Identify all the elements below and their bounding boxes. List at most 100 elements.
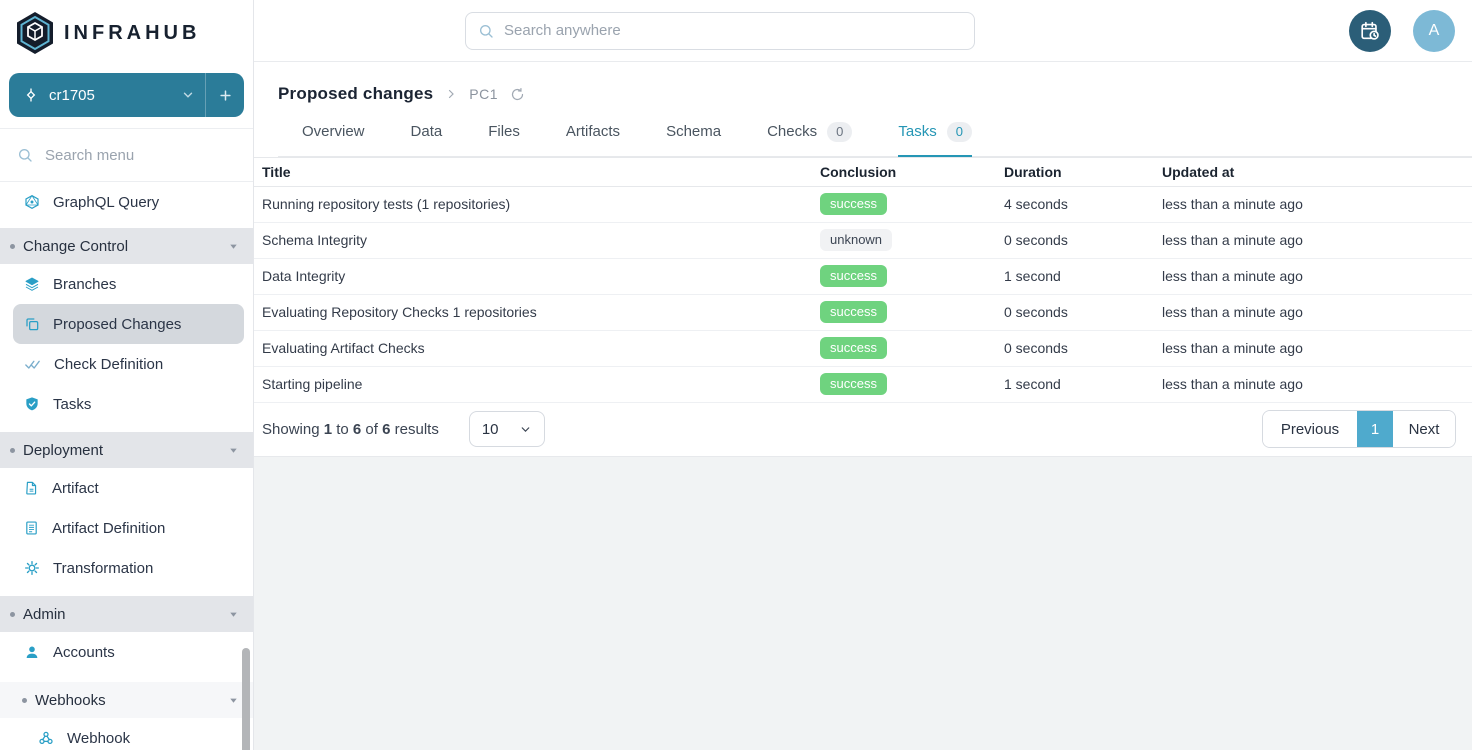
tasks-table: TitleConclusionDurationUpdated at Runnin… — [254, 157, 1472, 403]
main-area: A Proposed changes PC1 OverviewDataFiles… — [254, 0, 1472, 750]
task-title: Evaluating Repository Checks 1 repositor… — [254, 304, 812, 320]
sidebar-search-input[interactable] — [45, 147, 215, 164]
branch-selector[interactable]: cr1705 — [9, 73, 244, 117]
status-badge: success — [820, 337, 887, 359]
next-page-button[interactable]: Next — [1393, 411, 1455, 447]
sidebar-item-label: Proposed Changes — [53, 316, 181, 333]
tab-checks[interactable]: Checks0 — [767, 122, 852, 157]
sidebar-item-check-definition[interactable]: Check Definition — [0, 344, 253, 384]
sidebar-item-tasks[interactable]: Tasks — [0, 384, 253, 424]
pager: Previous 1 Next — [1262, 410, 1456, 448]
sidebar-group-webhooks[interactable]: Webhooks — [0, 682, 253, 718]
global-search-input[interactable] — [504, 22, 962, 39]
sidebar-item-artifact[interactable]: Artifact — [0, 468, 253, 508]
group-bullet-icon — [10, 612, 15, 617]
results-summary-text: Showing — [262, 421, 324, 438]
tab-label: Overview — [302, 123, 365, 140]
tab-schema[interactable]: Schema — [666, 122, 721, 157]
table-row[interactable]: Starting pipelinesuccess1 secondless tha… — [254, 367, 1472, 403]
sidebar-item-label: Branches — [53, 276, 116, 293]
task-conclusion: success — [812, 193, 996, 215]
previous-page-button[interactable]: Previous — [1263, 411, 1357, 447]
table-row[interactable]: Data Integritysuccess1 secondless than a… — [254, 259, 1472, 295]
results-summary-text: to — [332, 421, 353, 438]
sidebar-item-proposed-changes[interactable]: Proposed Changes — [13, 304, 244, 344]
chevron-expand-icon — [228, 445, 239, 456]
task-conclusion: unknown — [812, 229, 996, 251]
chevron-down-icon[interactable] — [181, 88, 195, 102]
chevron-right-icon — [445, 88, 457, 100]
tab-files[interactable]: Files — [488, 122, 520, 157]
chevron-down-icon — [519, 423, 532, 436]
sidebar-item-label: Webhook — [67, 730, 130, 747]
chevron-expand-icon — [228, 241, 239, 252]
page-header: Proposed changes PC1 OverviewDataFilesAr… — [254, 62, 1472, 157]
tab-artifacts[interactable]: Artifacts — [566, 122, 620, 157]
tab-label: Tasks — [898, 123, 936, 140]
topbar: A — [254, 0, 1472, 62]
status-badge: success — [820, 301, 887, 323]
tab-tasks[interactable]: Tasks0 — [898, 122, 972, 157]
sidebar-group-admin[interactable]: Admin — [0, 596, 253, 632]
tab-overview[interactable]: Overview — [302, 122, 365, 157]
chevron-expand-icon — [228, 695, 239, 706]
sidebar-item-graphql-query[interactable]: GraphQL Query — [0, 182, 253, 222]
sidebar-scrollbar[interactable] — [242, 648, 250, 750]
tab-count-badge: 0 — [827, 122, 852, 142]
sidebar-item-branches[interactable]: Branches — [0, 264, 253, 304]
schedule-button[interactable] — [1349, 10, 1391, 52]
table-row[interactable]: Evaluating Repository Checks 1 repositor… — [254, 295, 1472, 331]
table-row[interactable]: Schema Integrityunknown0 secondsless tha… — [254, 223, 1472, 259]
task-updated-at: less than a minute ago — [1154, 304, 1472, 320]
sidebar-item-transformation[interactable]: Transformation — [0, 548, 253, 588]
column-header-duration: Duration — [996, 164, 1154, 180]
sidebar-item-accounts[interactable]: Accounts — [0, 632, 253, 672]
status-badge: unknown — [820, 229, 892, 251]
person-icon — [24, 644, 40, 660]
sidebar-item-webhook[interactable]: Webhook — [0, 718, 253, 750]
sidebar-item-label: Check Definition — [54, 356, 163, 373]
group-bullet-icon — [22, 698, 27, 703]
task-updated-at: less than a minute ago — [1154, 340, 1472, 356]
sidebar-item-label: Transformation — [53, 560, 153, 577]
branch-selector-label: cr1705 — [49, 87, 181, 104]
sidebar-group-deployment[interactable]: Deployment — [0, 432, 253, 468]
logo[interactable]: INFRAHUB — [0, 0, 253, 66]
task-duration: 0 seconds — [996, 304, 1154, 320]
tab-label: Files — [488, 123, 520, 140]
sidebar-item-artifact-definition[interactable]: Artifact Definition — [0, 508, 253, 548]
content-background — [254, 457, 1472, 750]
infrahub-logo-icon — [16, 11, 54, 55]
gear-icon — [24, 560, 40, 576]
sidebar: INFRAHUB cr1705 GraphQL — [0, 0, 254, 750]
column-header-title: Title — [254, 164, 812, 180]
webhook-icon — [38, 730, 54, 746]
task-updated-at: less than a minute ago — [1154, 196, 1472, 212]
sidebar-group-label: Webhooks — [35, 692, 228, 709]
avatar-initial: A — [1429, 22, 1440, 40]
sidebar-group-change-control[interactable]: Change Control — [0, 228, 253, 264]
task-title: Data Integrity — [254, 268, 812, 284]
sidebar-group-label: Change Control — [23, 238, 228, 255]
task-title: Running repository tests (1 repositories… — [254, 196, 812, 212]
page-number-button[interactable]: 1 — [1357, 411, 1393, 447]
tab-data[interactable]: Data — [411, 122, 443, 157]
sidebar-item-label: Artifact Definition — [52, 520, 165, 537]
avatar[interactable]: A — [1413, 10, 1455, 52]
table-row[interactable]: Evaluating Artifact Checkssuccess0 secon… — [254, 331, 1472, 367]
task-conclusion: success — [812, 301, 996, 323]
sidebar-item-label: Artifact — [52, 480, 99, 497]
page-size-select[interactable]: 10 — [469, 411, 545, 447]
global-search[interactable] — [465, 12, 975, 50]
column-header-conclusion: Conclusion — [812, 164, 996, 180]
task-duration: 1 second — [996, 376, 1154, 392]
task-updated-at: less than a minute ago — [1154, 376, 1472, 392]
add-branch-button[interactable] — [206, 73, 244, 117]
breadcrumb-current: PC1 — [469, 86, 498, 102]
table-row[interactable]: Running repository tests (1 repositories… — [254, 187, 1472, 223]
sidebar-group-label: Deployment — [23, 442, 228, 459]
sidebar-search[interactable] — [0, 129, 253, 181]
proposed-changes-icon — [24, 316, 40, 332]
table-header-row: TitleConclusionDurationUpdated at — [254, 157, 1472, 187]
refresh-icon[interactable] — [510, 87, 525, 102]
